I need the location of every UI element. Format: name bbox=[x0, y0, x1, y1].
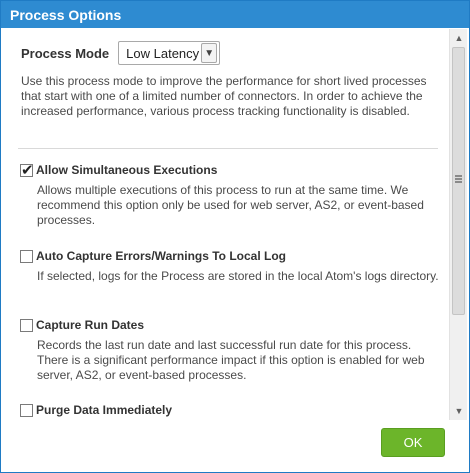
scroll-up-icon[interactable]: ▲ bbox=[451, 30, 467, 46]
chevron-down-icon: ▼ bbox=[201, 43, 218, 63]
capture-run-dates-checkbox[interactable] bbox=[20, 318, 33, 332]
dialog-content: Process Mode Low Latency ▼ Use this proc… bbox=[1, 29, 449, 419]
process-mode-select[interactable]: Low Latency ▼ bbox=[118, 41, 221, 65]
option-description: Records the last run date and last succe… bbox=[37, 338, 425, 382]
dialog-footer: OK bbox=[1, 420, 469, 472]
purge-data-immediately-checkbox[interactable] bbox=[20, 403, 33, 417]
process-mode-label: Process Mode bbox=[21, 45, 110, 61]
option-description: If selected, logs for the Process are st… bbox=[37, 269, 439, 283]
allow-simultaneous-executions-checkbox[interactable]: ✔ bbox=[20, 161, 34, 179]
option-label: Auto Capture Errors/Warnings To Local Lo… bbox=[36, 249, 287, 263]
checkmark-icon: ✔ bbox=[21, 161, 34, 179]
option-label: Capture Run Dates bbox=[36, 318, 145, 332]
grip-icon bbox=[455, 175, 462, 183]
scrollbar-thumb[interactable] bbox=[452, 47, 465, 315]
process-mode-description: Use this process mode to improve the per… bbox=[21, 74, 427, 118]
process-options-dialog: Process Options Process Mode Low Latency… bbox=[0, 0, 470, 473]
option-allow-simultaneous-executions: ✔ Allow Simultaneous Executions Allows m… bbox=[20, 161, 440, 228]
option-capture-run-dates: Capture Run Dates Records the last run d… bbox=[20, 318, 440, 383]
auto-capture-errors-checkbox[interactable] bbox=[20, 249, 33, 263]
option-description: Allows multiple executions of this proce… bbox=[37, 183, 424, 227]
option-purge-data-immediately: Purge Data Immediately bbox=[20, 403, 440, 417]
option-label: Allow Simultaneous Executions bbox=[36, 163, 218, 177]
dialog-titlebar: Process Options bbox=[1, 1, 469, 28]
option-label: Purge Data Immediately bbox=[36, 403, 173, 417]
scroll-down-icon[interactable]: ▼ bbox=[451, 403, 467, 419]
vertical-scrollbar[interactable]: ▲ ▼ bbox=[449, 29, 467, 420]
option-auto-capture-errors: Auto Capture Errors/Warnings To Local Lo… bbox=[20, 249, 440, 284]
ok-button[interactable]: OK bbox=[381, 428, 445, 457]
process-mode-value: Low Latency bbox=[126, 45, 200, 61]
process-mode-row: Process Mode Low Latency ▼ bbox=[21, 41, 221, 65]
dialog-title: Process Options bbox=[10, 6, 122, 23]
divider bbox=[18, 148, 438, 149]
